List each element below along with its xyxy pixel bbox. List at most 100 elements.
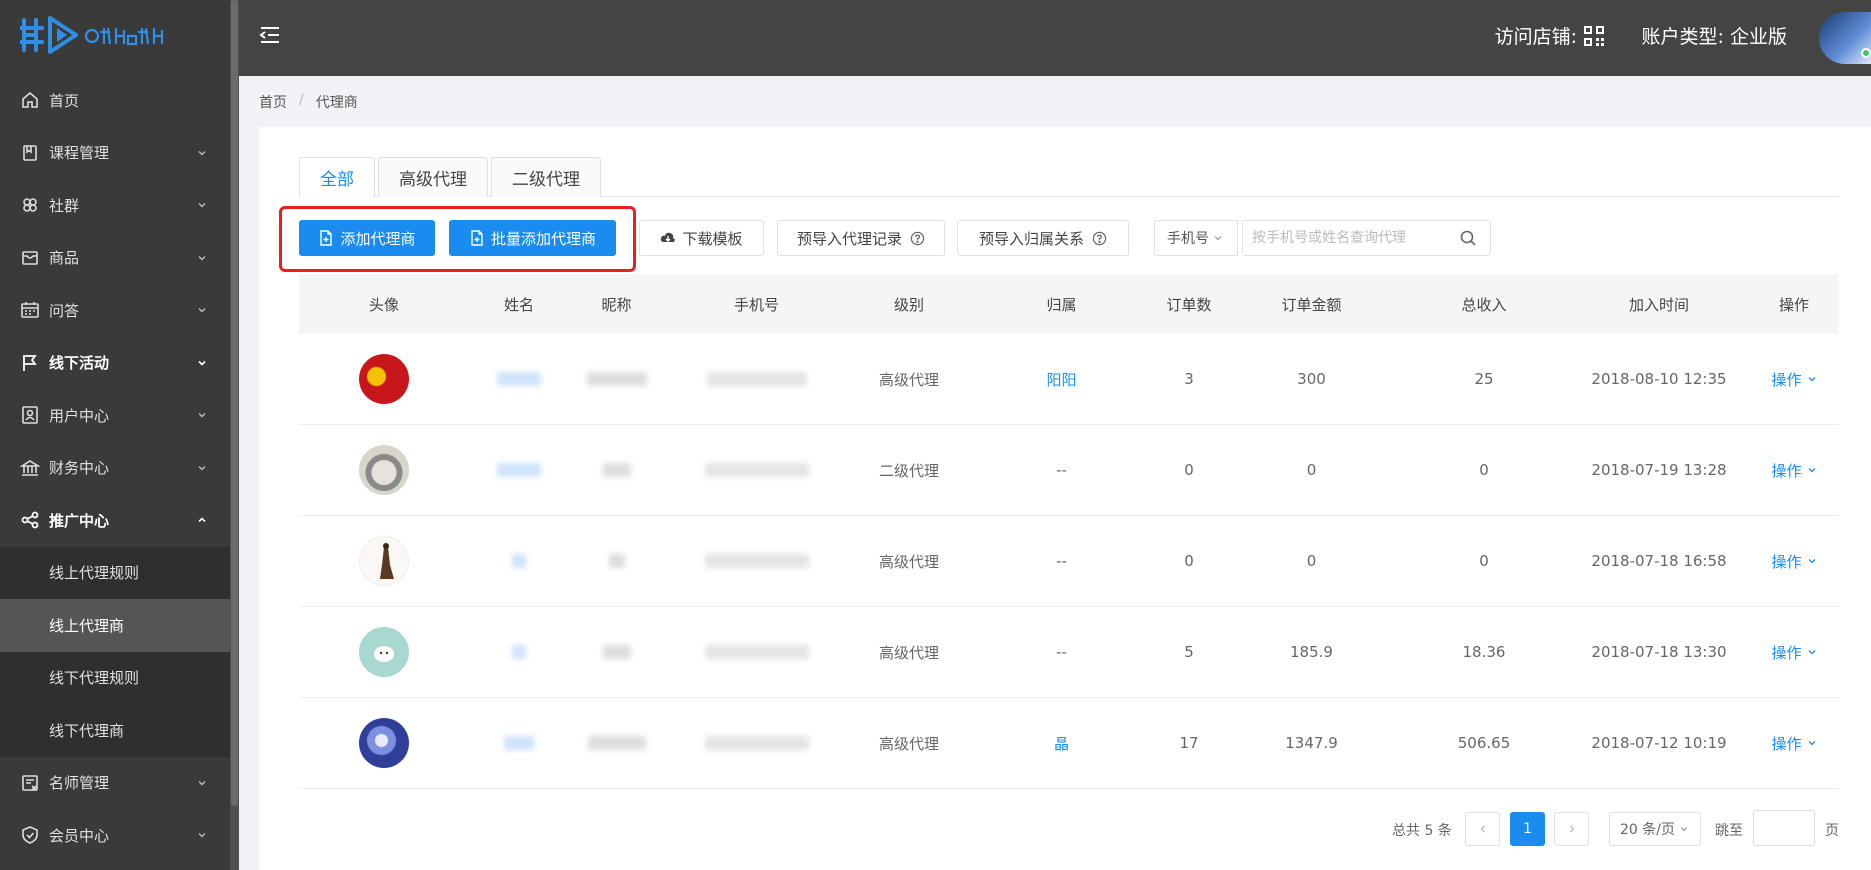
chevron-down-icon (198, 465, 206, 471)
sidebar-item-products[interactable]: 商品 (0, 232, 230, 285)
pagination-total: 总共 5 条 (1392, 823, 1452, 839)
sidebar-item-offline-events[interactable]: 线下活动 (0, 337, 230, 390)
search-type-select[interactable]: 手机号 (1154, 220, 1238, 256)
sidebar-item-label: 会员中心 (49, 826, 110, 845)
search-input[interactable] (1243, 221, 1453, 255)
col-actions: 操作 (1778, 295, 1809, 314)
agent-amount: 300 (1297, 370, 1326, 388)
sidebar-item-community[interactable]: 社群 (0, 179, 230, 232)
sidebar-item-teachers[interactable]: 名师管理 (0, 757, 230, 810)
next-page-button[interactable] (1554, 812, 1589, 846)
agent-join-time: 2018-07-18 16:58 (1591, 552, 1727, 570)
pre-import-records-button[interactable]: 预导入代理记录 (777, 220, 945, 256)
sidebar-item-home[interactable]: 首页 (0, 74, 230, 127)
chevron-down-icon (1808, 650, 1815, 655)
sidebar-item-online-agents[interactable]: 线上代理商 (0, 599, 230, 652)
top-header: 访问店铺: 账户类型: 企业版 (239, 0, 1871, 76)
agent-level: 高级代理 (878, 370, 939, 389)
sidebar: 首页 课程管理 社群 商品 问答 线下活动 用户中心 财务中心 推广中心 线上代… (0, 0, 239, 870)
agent-phone-redacted (706, 372, 807, 386)
agent-phone-redacted (704, 645, 809, 659)
tab-secondary-agent[interactable]: 二级代理 (491, 157, 601, 197)
agent-nickname-redacted (586, 372, 647, 386)
sidebar-scrollbar[interactable] (230, 0, 239, 870)
download-template-button[interactable]: 下载模板 (639, 220, 764, 256)
table-header: 头像 姓名 昵称 手机号 级别 归属 订单数 订单金额 总收入 加入时间 操作 (299, 274, 1839, 334)
page-size-select[interactable]: 20 条/页 (1609, 812, 1701, 846)
agent-join-time: 2018-08-10 12:35 (1591, 370, 1727, 388)
visit-store[interactable]: 访问店铺: (1495, 22, 1605, 49)
sidebar-item-finance[interactable]: 财务中心 (0, 442, 230, 495)
row-actions-label: 操作 (1771, 461, 1802, 480)
shield-icon (20, 825, 40, 845)
table-row: 二级代理 -- 0 0 0 2018-07-19 13:28 操作 (299, 425, 1839, 516)
menu-toggle-icon[interactable] (259, 24, 281, 46)
agent-name-redacted (512, 645, 526, 659)
pagination: 总共 5 条 1 20 条/页 跳至 页 (259, 810, 1839, 846)
agent-belong: -- (1056, 461, 1067, 479)
qrcode-icon[interactable] (1583, 25, 1605, 47)
tab-senior-agent[interactable]: 高级代理 (378, 157, 488, 197)
brand-logo[interactable] (20, 14, 200, 56)
breadcrumb-separator: / (299, 92, 304, 108)
search-box (1242, 220, 1491, 256)
sidebar-item-users[interactable]: 用户中心 (0, 389, 230, 442)
sidebar-item-promotion[interactable]: 推广中心 (0, 494, 230, 547)
chevron-down-icon (198, 360, 206, 366)
add-agent-button[interactable]: 添加代理商 (299, 220, 435, 256)
col-nickname: 昵称 (601, 295, 632, 314)
share-icon (20, 510, 40, 530)
page-number-button[interactable]: 1 (1510, 812, 1545, 846)
agent-nickname-redacted (587, 736, 646, 750)
sidebar-item-qa[interactable]: 问答 (0, 284, 230, 337)
agent-level: 高级代理 (878, 734, 939, 753)
tab-all[interactable]: 全部 (299, 157, 375, 198)
chevron-down-icon (198, 413, 206, 418)
sidebar-item-offline-agents[interactable]: 线下代理商 (0, 704, 230, 757)
pre-import-relation-button[interactable]: 预导入归属关系 (957, 220, 1129, 256)
goto-page-input[interactable] (1753, 810, 1815, 846)
row-actions-dropdown[interactable]: 操作 (1771, 460, 1816, 481)
chevron-down-icon (198, 203, 206, 208)
chevron-down-icon (1808, 741, 1815, 746)
agent-income: 18.36 (1462, 643, 1506, 661)
agent-join-time: 2018-07-18 13:30 (1591, 643, 1727, 661)
agent-phone-redacted (704, 736, 809, 750)
sidebar-item-courses[interactable]: 课程管理 (0, 127, 230, 180)
row-actions-dropdown[interactable]: 操作 (1771, 733, 1816, 754)
agent-tabs: 全部 高级代理 二级代理 (299, 157, 1839, 198)
sidebar-item-online-agent-rules[interactable]: 线上代理规则 (0, 547, 230, 600)
row-actions-dropdown[interactable]: 操作 (1771, 369, 1816, 390)
sidebar-item-members[interactable]: 会员中心 (0, 809, 230, 862)
agent-name-redacted (497, 463, 541, 477)
agent-belong-link[interactable]: 晶 (1054, 733, 1069, 754)
agent-name-redacted (504, 736, 534, 750)
sidebar-item-label: 用户中心 (49, 406, 110, 425)
question-circle-icon (910, 231, 925, 245)
agent-belong-link[interactable]: 阳阳 (1046, 369, 1076, 390)
row-actions-dropdown[interactable]: 操作 (1771, 642, 1816, 663)
agent-avatar (359, 445, 409, 495)
goto-label: 跳至 (1715, 823, 1743, 839)
agent-orders: 5 (1184, 643, 1194, 661)
agent-name-redacted (512, 554, 526, 568)
sidebar-item-label: 名师管理 (49, 774, 110, 793)
col-amount: 订单金额 (1281, 295, 1342, 314)
row-actions-dropdown[interactable]: 操作 (1771, 551, 1816, 572)
user-avatar[interactable] (1819, 12, 1871, 64)
breadcrumb: 首页 / 代理商 (259, 92, 358, 112)
breadcrumb-current: 代理商 (315, 95, 358, 111)
sidebar-item-label: 首页 (49, 91, 80, 110)
batch-add-agent-button[interactable]: 批量添加代理商 (449, 220, 616, 256)
file-add-icon (320, 230, 333, 246)
prev-page-button[interactable] (1465, 812, 1500, 846)
breadcrumb-home[interactable]: 首页 (259, 92, 287, 112)
home-icon (20, 90, 40, 110)
agent-belong: -- (1056, 643, 1067, 661)
sidebar-item-offline-agent-rules[interactable]: 线下代理规则 (0, 652, 230, 705)
search-icon[interactable] (1459, 229, 1477, 247)
online-status-dot (1861, 48, 1871, 58)
col-orders: 订单数 (1166, 295, 1212, 314)
agent-orders: 0 (1184, 552, 1194, 570)
add-agent-label: 添加代理商 (340, 229, 416, 248)
